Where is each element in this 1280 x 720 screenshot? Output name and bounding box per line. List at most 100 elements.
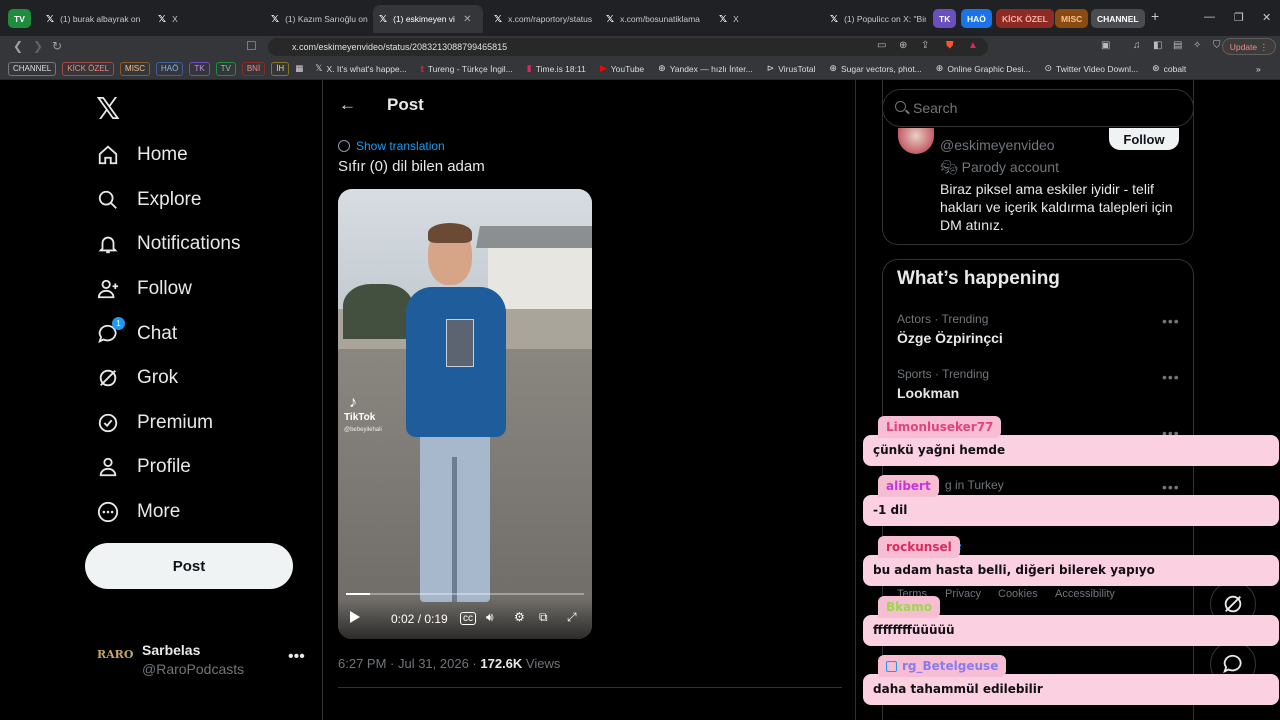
- nav-follow[interactable]: Follow: [96, 267, 241, 312]
- trend-name[interactable]: Lookman: [897, 385, 959, 401]
- tab-x-1[interactable]: 𝕏X: [152, 5, 262, 33]
- tab-title: x.com/raportory/status: [508, 14, 593, 24]
- nav-notifications[interactable]: Notifications: [96, 222, 241, 267]
- tab-bosunatiklama[interactable]: 𝕏x.com/bosunatiklama: [600, 5, 710, 33]
- nav-more[interactable]: More: [96, 490, 241, 535]
- bookmark-folder-channel[interactable]: CHANNEL: [8, 61, 57, 76]
- post-button[interactable]: Post: [85, 543, 293, 589]
- pip-icon[interactable]: ⧉: [539, 610, 548, 625]
- nav-home[interactable]: Home: [96, 133, 241, 178]
- globe-icon: [338, 140, 350, 152]
- captions-icon[interactable]: cc: [460, 612, 476, 625]
- bookmark-x[interactable]: 𝕏 X. It's what's happe...: [315, 63, 407, 74]
- bookmark-folder-bni[interactable]: BNİ: [241, 61, 266, 76]
- parody-mask-icon: 🎭︎: [940, 159, 962, 175]
- tab-eskimeyen-active[interactable]: 𝕏 (1) eskimeyen video ✕: [373, 5, 483, 33]
- views-label: Views: [525, 656, 561, 671]
- tab-group-channel[interactable]: CHANNEL: [1091, 9, 1145, 28]
- nav-grok[interactable]: Grok: [96, 356, 241, 401]
- bookmark-folder-tk[interactable]: TK: [189, 61, 210, 76]
- show-translation-link[interactable]: Show translation: [338, 139, 445, 153]
- cast-icon[interactable]: ▭: [877, 40, 886, 51]
- bookmark-tureng[interactable]: t Tureng - Türkçe İngil...: [421, 64, 513, 74]
- settings-gear-icon[interactable]: ⚙: [514, 610, 525, 624]
- tab-populicc[interactable]: 𝕏 (1) Populicc on X: "Bir: [824, 5, 926, 33]
- volume-icon[interactable]: 🔊︎: [486, 610, 494, 625]
- reload-icon[interactable]: ↻: [52, 39, 62, 53]
- forward-nav-icon[interactable]: ❯: [33, 39, 43, 53]
- bookmarks-overflow-icon[interactable]: »: [1256, 64, 1261, 74]
- tab-burak[interactable]: 𝕏 (1) burak albayrak on X: [40, 5, 140, 33]
- account-switcher[interactable]: RARO Sarbelas @RaroPodcasts •••: [97, 640, 307, 680]
- post-timestamp[interactable]: 6:27 PM · Jul 31, 2026: [338, 656, 469, 671]
- bookmark-folder-hao[interactable]: HAÖ: [156, 61, 184, 76]
- nav-explore[interactable]: Explore: [96, 178, 241, 223]
- footer-privacy-link[interactable]: Privacy: [945, 588, 981, 600]
- bookmark-virustotal[interactable]: ⊳ VirusTotal: [767, 63, 816, 74]
- trend-more-icon[interactable]: •••: [1162, 313, 1180, 329]
- video-progress-bar[interactable]: [346, 593, 584, 595]
- restore-icon[interactable]: ❐: [1234, 11, 1244, 24]
- follow-button[interactable]: Follow: [1109, 128, 1179, 150]
- bookmark-folder-ih[interactable]: İH: [271, 61, 290, 76]
- column-divider: [855, 80, 856, 720]
- footer-accessibility-link[interactable]: Accessibility: [1055, 588, 1115, 600]
- bookmark-folder-tv[interactable]: TV: [215, 61, 236, 76]
- x-logo-icon[interactable]: 𝕏: [96, 92, 120, 127]
- tab-group-tk[interactable]: TK: [933, 9, 957, 28]
- tab-title: X: [172, 14, 178, 24]
- nav-premium[interactable]: Premium: [96, 401, 241, 446]
- share-icon[interactable]: ⇪: [921, 40, 929, 51]
- tab-group-kick-ozel[interactable]: KİCK ÖZEL: [996, 9, 1054, 28]
- footer-cookies-link[interactable]: Cookies: [998, 588, 1038, 600]
- bookmark-icon[interactable]: ☐: [246, 39, 257, 53]
- nav-label: Notifications: [137, 233, 241, 255]
- bookmark-yandex[interactable]: ⊕ Yandex — hızlı İnter...: [658, 63, 753, 74]
- back-nav-icon[interactable]: ❮: [13, 39, 23, 53]
- bookmark-graphic[interactable]: ⊕ Online Graphic Desi...: [936, 63, 1031, 74]
- bookmark-sugar[interactable]: ⊕ Sugar vectors, phot...: [829, 63, 921, 74]
- tab-x-2[interactable]: 𝕏X: [713, 5, 823, 33]
- panel-icon[interactable]: ◧: [1153, 40, 1162, 51]
- bookmark-cobalt[interactable]: ⊛ cobalt: [1152, 63, 1186, 74]
- trend-name[interactable]: Özge Özpirinçci: [897, 330, 1003, 346]
- vpn-icon[interactable]: ⛉: [1213, 40, 1221, 51]
- play-icon[interactable]: [350, 611, 360, 623]
- trend-more-icon[interactable]: •••: [1162, 479, 1180, 495]
- apps-grid-icon[interactable]: ▦: [295, 63, 303, 74]
- music-icon[interactable]: ♫: [1133, 40, 1141, 51]
- tab-kazim[interactable]: 𝕏 (1) Kazım Sarıoğlu on: [265, 5, 370, 33]
- minimize-icon[interactable]: —: [1204, 11, 1215, 23]
- tab-group-misc[interactable]: MISC: [1055, 9, 1089, 28]
- new-tab-button[interactable]: +: [1151, 8, 1159, 24]
- bookmark-timeis[interactable]: ▮ Time.is 18:11: [527, 63, 586, 74]
- zoom-icon[interactable]: ⊕: [899, 40, 907, 51]
- leo-icon[interactable]: ✧: [1193, 40, 1201, 51]
- close-tab-icon[interactable]: ✕: [463, 14, 471, 25]
- search-bar[interactable]: [882, 89, 1194, 127]
- brave-shield-icon[interactable]: ⛊: [946, 40, 954, 51]
- tab-raportory[interactable]: 𝕏x.com/raportory/status: [488, 5, 598, 33]
- nav-profile[interactable]: Profile: [96, 445, 241, 490]
- update-button[interactable]: Update ⋮: [1221, 38, 1276, 55]
- chat-message: -1 dil: [863, 495, 1279, 526]
- tab-group-hao[interactable]: HAÖ: [961, 9, 992, 28]
- relevant-handle[interactable]: @eskimeyenvideo: [940, 137, 1055, 153]
- tab-group-tv[interactable]: TV: [8, 9, 31, 28]
- wallet-icon[interactable]: ▤: [1173, 40, 1182, 51]
- bookmark-folder-misc[interactable]: MISC: [120, 61, 151, 76]
- bookmark-twitter-dl[interactable]: ⊙ Twitter Video Downl...: [1044, 63, 1138, 74]
- brave-rewards-icon[interactable]: ▲: [968, 40, 978, 51]
- nav-label: Premium: [137, 411, 214, 433]
- bookmark-youtube[interactable]: ▶ YouTube: [600, 63, 644, 74]
- search-input[interactable]: [913, 100, 1163, 116]
- nav-chat[interactable]: 1 Chat: [96, 311, 241, 356]
- fullscreen-icon[interactable]: ⤢: [567, 610, 577, 625]
- more-dots-icon[interactable]: •••: [288, 648, 305, 666]
- sidebar-icon[interactable]: ▣: [1101, 40, 1110, 51]
- close-window-icon[interactable]: ✕: [1262, 11, 1271, 24]
- back-arrow-icon[interactable]: ←: [339, 95, 356, 115]
- bookmark-folder-kick-ozel[interactable]: KİCK ÖZEL: [62, 61, 115, 76]
- trend-more-icon[interactable]: •••: [1162, 369, 1180, 385]
- video-player[interactable]: ♪ TikTok @bebeyilehali 0:02 / 0:19 cc 🔊︎…: [338, 189, 592, 639]
